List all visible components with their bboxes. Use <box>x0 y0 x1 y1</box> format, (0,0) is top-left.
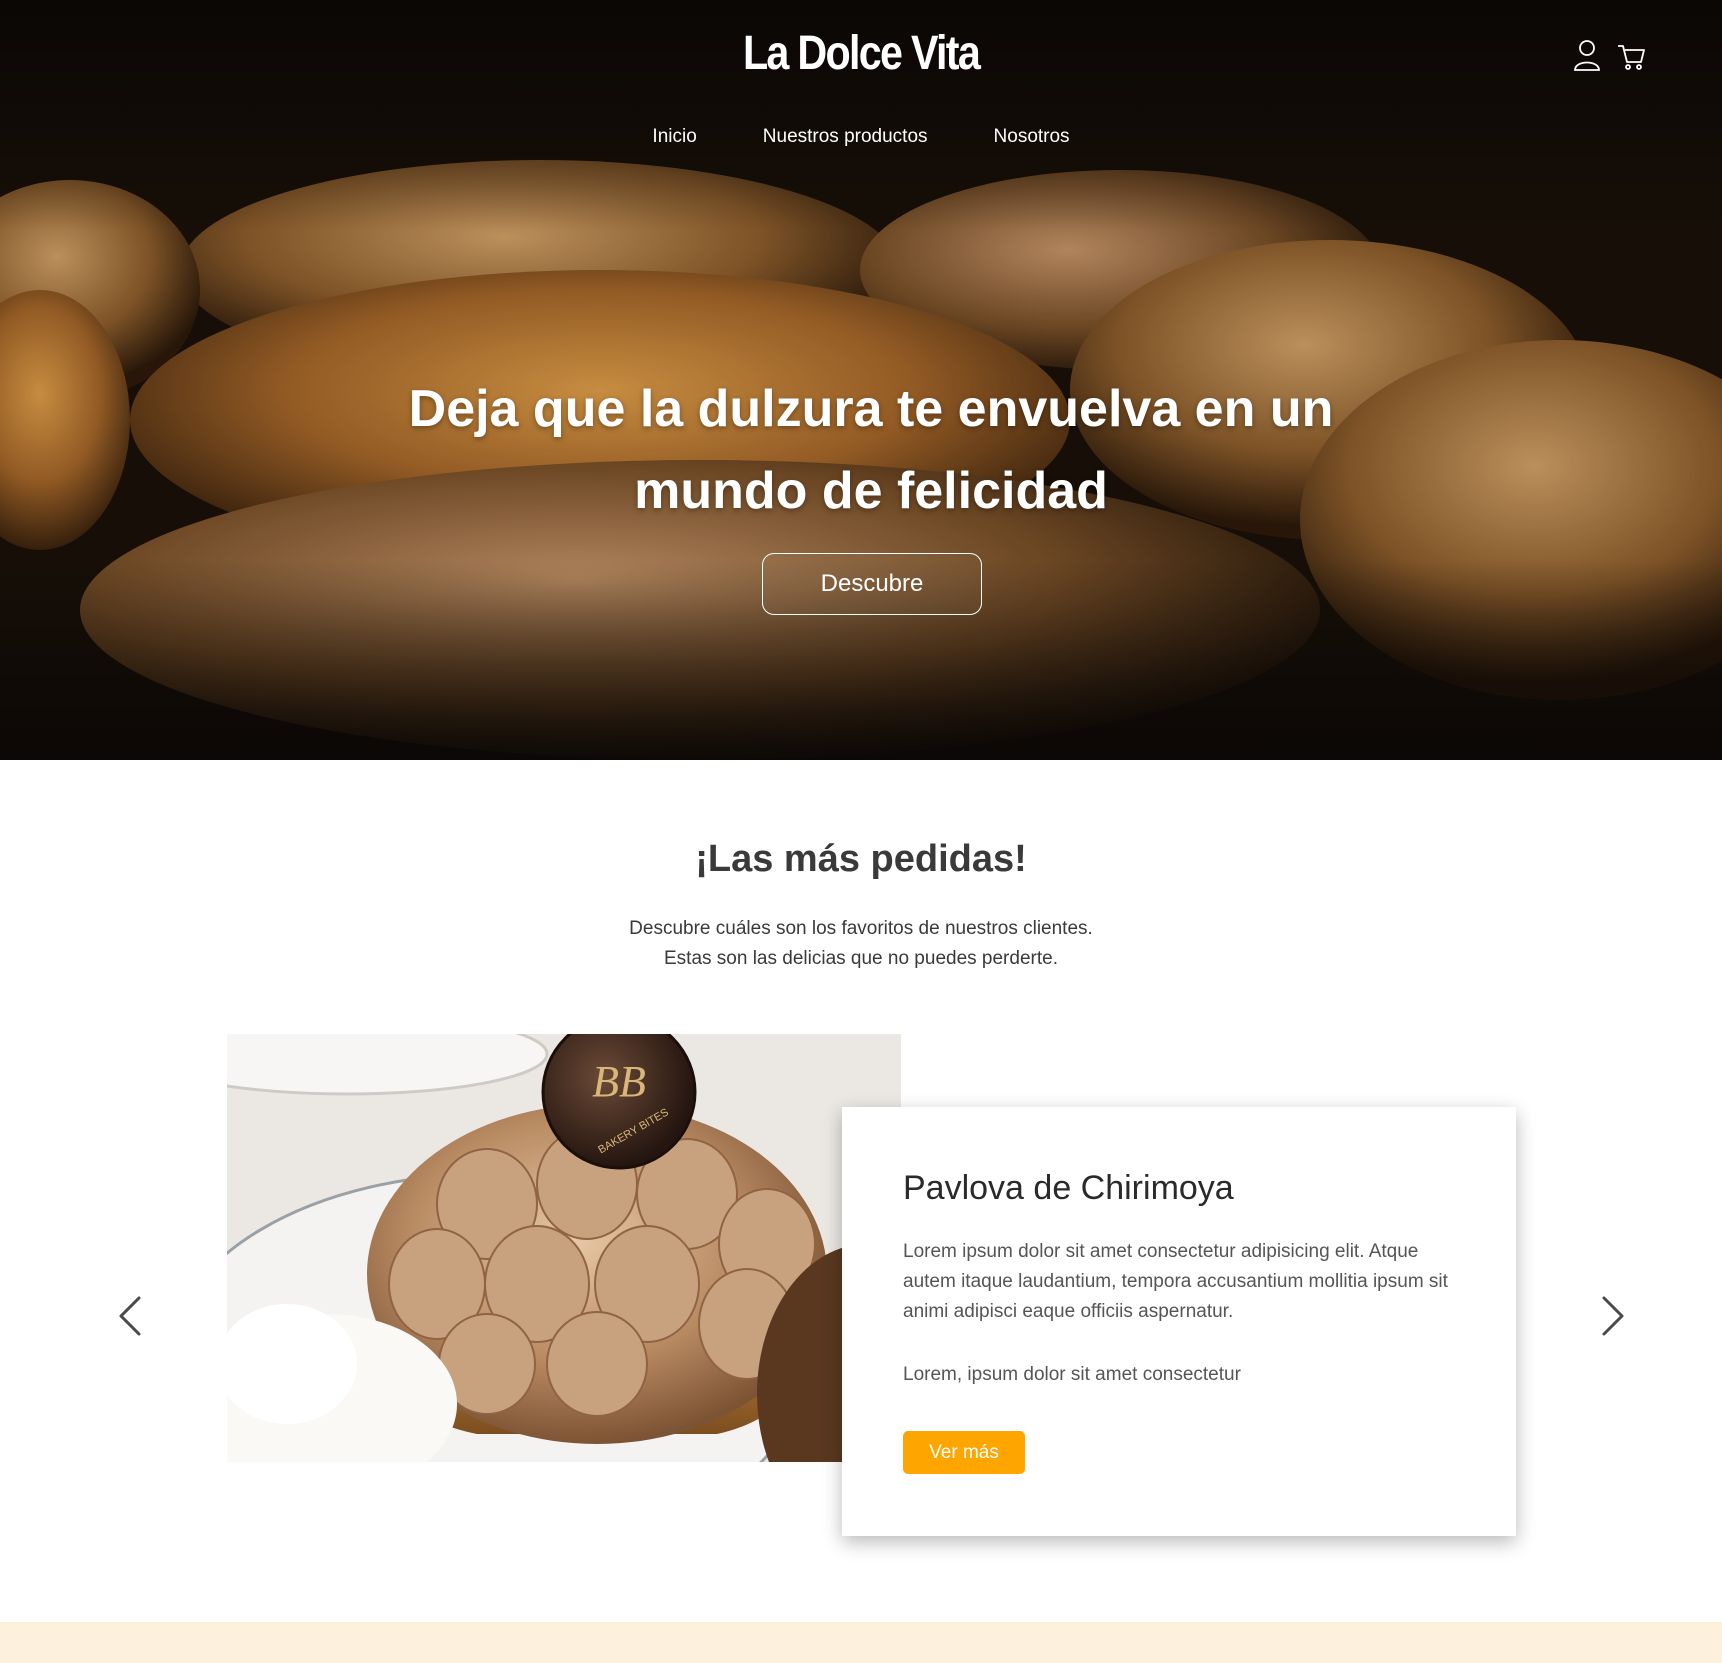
product-card: Pavlova de Chirimoya Lorem ipsum dolor s… <box>842 1107 1516 1536</box>
nav-item-nuestros-productos[interactable]: Nuestros productos <box>763 126 928 148</box>
section-title: ¡Las más pedidas! <box>695 838 1027 880</box>
footer-band <box>0 1622 1722 1663</box>
svg-text:BB: BB <box>592 1057 646 1106</box>
user-icon[interactable] <box>1572 38 1602 72</box>
site-logo[interactable]: La Dolce Vita <box>121 26 1602 81</box>
chevron-left-icon[interactable] <box>111 1292 151 1340</box>
product-extra-text: Lorem, ipsum dolor sit amet consectetur <box>903 1364 1241 1385</box>
nav-item-inicio[interactable]: Inicio <box>652 126 696 148</box>
section-subtitle: Descubre cuáles son los favoritos de nue… <box>0 914 1722 974</box>
discover-button[interactable]: Descubre <box>762 553 982 615</box>
nav-item-nosotros[interactable]: Nosotros <box>994 126 1070 148</box>
product-name: Pavlova de Chirimoya <box>903 1169 1234 1207</box>
hero-title: Deja que la dulzura te envuelva en un mu… <box>408 380 1334 520</box>
chevron-right-icon[interactable] <box>1592 1292 1632 1340</box>
header-icons <box>1572 38 1646 72</box>
main-nav: Inicio Nuestros productos Nosotros <box>0 126 1722 148</box>
product-description: Lorem ipsum dolor sit amet consectetur a… <box>903 1241 1448 1322</box>
cart-icon[interactable] <box>1616 38 1646 72</box>
see-more-button[interactable]: Ver más <box>903 1431 1025 1474</box>
section-subtitle-line-1: Descubre cuáles son los favoritos de nue… <box>629 918 1093 939</box>
hero-banner: La Dolce Vita Inicio Nuestros productos … <box>0 0 1722 760</box>
section-subtitle-line-2: Estas son las delicias que no puedes per… <box>664 948 1058 969</box>
product-image: BB BAKERY BITES <box>227 1034 901 1462</box>
